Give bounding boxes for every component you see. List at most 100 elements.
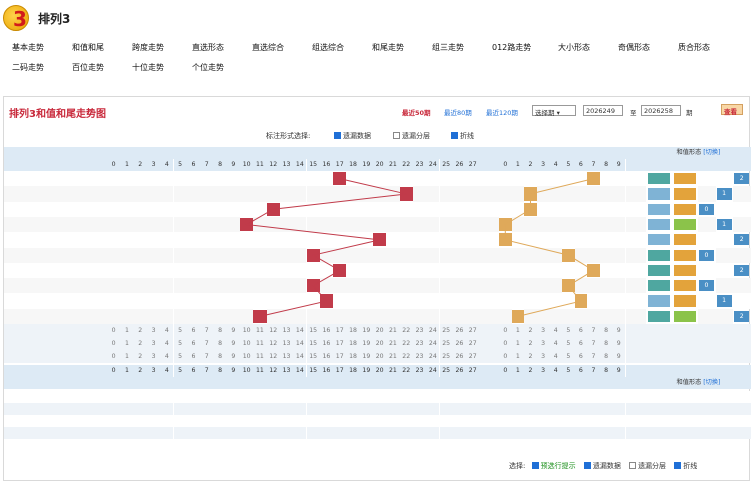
nav-item[interactable]: 012路走势 (492, 42, 531, 53)
predict-cell[interactable]: 3 (536, 324, 550, 337)
predict-cell[interactable] (685, 337, 698, 350)
predict-cell[interactable]: 7 (587, 337, 600, 350)
predict-cell[interactable]: 8 (213, 337, 227, 350)
predict-cell[interactable]: 23 (412, 350, 427, 363)
predict-cell[interactable]: 12 (266, 324, 280, 337)
predict-cell[interactable]: 0 (499, 324, 512, 337)
predict-cell[interactable]: 6 (574, 324, 588, 337)
predict-cell[interactable]: 9 (612, 350, 625, 363)
predict-cell[interactable]: 5 (562, 337, 575, 350)
predict-cell[interactable]: 11 (253, 350, 267, 363)
predict-cell[interactable] (733, 350, 751, 363)
predict-cell[interactable]: 5 (173, 350, 187, 363)
predict-cell[interactable]: 9 (612, 324, 625, 337)
predict-cell[interactable]: 5 (562, 350, 575, 363)
predict-cell[interactable]: 5 (173, 337, 187, 350)
predict-cell[interactable]: 11 (253, 337, 267, 350)
predict-cell[interactable]: 9 (226, 337, 240, 350)
predict-cell[interactable]: 3 (146, 337, 161, 350)
nav-item[interactable]: 个位走势 (192, 62, 224, 73)
predict-cell[interactable]: 2 (524, 324, 537, 337)
predict-cell[interactable]: 22 (399, 337, 413, 350)
predict-cell[interactable]: 26 (452, 350, 467, 363)
nav-item[interactable]: 十位走势 (132, 62, 164, 73)
nav-item[interactable]: 和尾走势 (372, 42, 404, 53)
predict-cell[interactable]: 3 (536, 337, 550, 350)
predict-cell[interactable]: 2 (524, 350, 537, 363)
predict-cell[interactable] (646, 324, 659, 337)
footer-option-line[interactable]: 折线 (674, 461, 697, 470)
switch-link[interactable]: [切换] (703, 379, 720, 386)
predict-cell[interactable]: 1 (120, 337, 134, 350)
predict-cell[interactable]: 9 (612, 337, 625, 350)
predict-cell[interactable]: 0 (499, 337, 512, 350)
switch-link[interactable]: [切换] (703, 149, 720, 156)
predict-cell[interactable]: 18 (346, 350, 360, 363)
predict-cell[interactable] (646, 350, 659, 363)
predict-cell[interactable] (672, 337, 685, 350)
mark-option-line[interactable]: 折线 (451, 131, 474, 141)
nav-item[interactable]: 二码走势 (12, 62, 44, 73)
predict-cell[interactable]: 6 (186, 350, 201, 363)
from-period-input[interactable]: 2026249 (583, 105, 623, 116)
predict-cell[interactable]: 0 (107, 350, 121, 363)
predict-cell[interactable] (659, 337, 672, 350)
predict-cell[interactable]: 6 (574, 337, 588, 350)
nav-item[interactable]: 和值和尾 (72, 42, 104, 53)
predict-cell[interactable]: 14 (293, 350, 307, 363)
nav-item[interactable]: 直选综合 (252, 42, 284, 53)
predict-cell[interactable]: 10 (240, 350, 254, 363)
predict-cell[interactable]: 12 (266, 337, 280, 350)
predict-cell[interactable]: 3 (146, 350, 161, 363)
predict-cell[interactable]: 8 (599, 350, 613, 363)
predict-cell[interactable]: 5 (562, 324, 575, 337)
predict-cell[interactable]: 1 (120, 324, 134, 337)
predict-cell[interactable]: 14 (293, 337, 307, 350)
nav-item[interactable]: 质合形态 (678, 42, 710, 53)
recent-100-link[interactable]: 最近80期 (444, 107, 472, 117)
predict-cell[interactable]: 23 (412, 337, 427, 350)
predict-cell[interactable]: 11 (253, 324, 267, 337)
predict-cell[interactable]: 22 (399, 350, 413, 363)
predict-cell[interactable]: 4 (160, 324, 174, 337)
predict-cell[interactable]: 1 (511, 324, 525, 337)
predict-cell[interactable]: 25 (439, 324, 453, 337)
nav-item[interactable]: 基本走势 (12, 42, 44, 53)
predict-cell[interactable] (685, 324, 698, 337)
predict-cell[interactable]: 20 (373, 350, 387, 363)
predict-cell[interactable]: 13 (279, 350, 294, 363)
predict-cell[interactable]: 9 (226, 324, 240, 337)
predict-cell[interactable]: 21 (386, 337, 400, 350)
predict-cell[interactable]: 26 (452, 324, 467, 337)
predict-cell[interactable]: 7 (587, 350, 600, 363)
mark-option-missing[interactable]: 遗漏数据 (334, 131, 371, 141)
nav-item[interactable]: 奇偶形态 (618, 42, 650, 53)
predict-cell[interactable]: 13 (279, 324, 294, 337)
predict-cell[interactable]: 14 (293, 324, 307, 337)
predict-cell[interactable] (672, 350, 685, 363)
nav-item[interactable]: 大小形态 (558, 42, 590, 53)
predict-cell[interactable] (698, 350, 716, 363)
predict-cell[interactable]: 25 (439, 350, 453, 363)
predict-cell[interactable]: 6 (186, 324, 201, 337)
predict-cell[interactable]: 7 (200, 350, 214, 363)
predict-cell[interactable] (646, 337, 659, 350)
predict-cell[interactable] (715, 350, 734, 363)
predict-cell[interactable]: 13 (279, 337, 294, 350)
predict-cell[interactable]: 8 (599, 324, 613, 337)
predict-cell[interactable]: 16 (319, 337, 334, 350)
predict-cell[interactable]: 24 (426, 337, 440, 350)
predict-cell[interactable]: 17 (333, 324, 347, 337)
nav-item[interactable]: 百位走势 (72, 62, 104, 73)
recent-120-link[interactable]: 最近120期 (486, 107, 518, 117)
predict-cell[interactable]: 7 (200, 337, 214, 350)
predict-cell[interactable]: 1 (120, 350, 134, 363)
predict-cell[interactable]: 15 (306, 337, 320, 350)
mark-option-layer[interactable]: 遗漏分层 (393, 131, 430, 141)
predict-cell[interactable] (672, 324, 685, 337)
predict-cell[interactable]: 0 (499, 350, 512, 363)
predict-cell[interactable]: 6 (574, 350, 588, 363)
predict-cell[interactable]: 4 (160, 337, 174, 350)
predict-cell[interactable]: 26 (452, 337, 467, 350)
predict-cell[interactable]: 5 (173, 324, 187, 337)
